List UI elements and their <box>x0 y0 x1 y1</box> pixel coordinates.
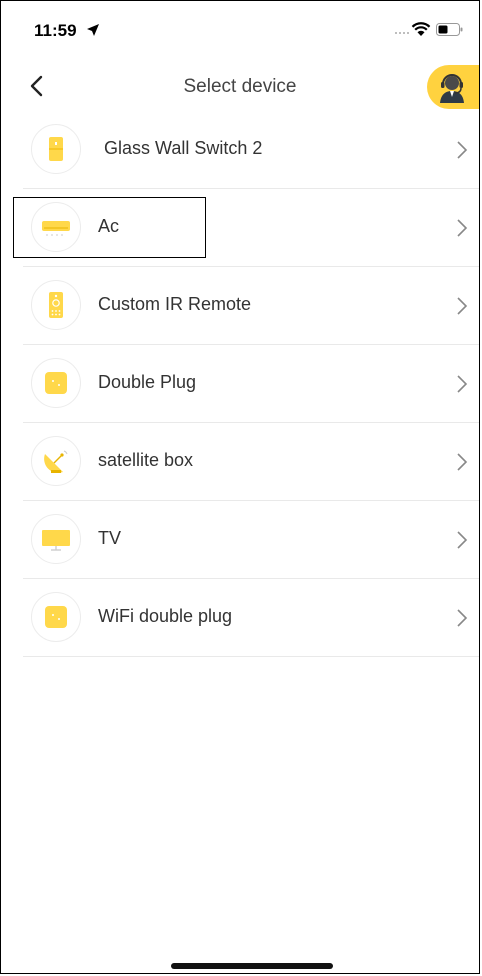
device-row-double-plug[interactable]: Double Plug <box>23 345 479 423</box>
device-icon-wrapper <box>31 202 81 252</box>
ir-remote-icon <box>49 292 63 318</box>
battery-icon <box>436 23 463 36</box>
chevron-right-icon <box>457 609 468 627</box>
chevron-right-icon <box>457 141 468 159</box>
device-row-glass-wall-switch[interactable]: Glass Wall Switch 2 <box>23 111 479 189</box>
chevron-right-icon <box>457 375 468 393</box>
status-bar: 11:59 <box>1 1 479 61</box>
device-list: Glass Wall Switch 2 Ac Custom IR Remote … <box>1 111 479 657</box>
location-arrow-icon <box>87 24 99 36</box>
device-row-satellite-box[interactable]: satellite box <box>23 423 479 501</box>
page-title: Select device <box>183 76 297 97</box>
device-label: TV <box>98 528 122 548</box>
device-icon-wrapper <box>31 124 81 174</box>
status-time: 11:59 <box>34 21 77 40</box>
chevron-right-icon <box>457 219 468 237</box>
device-icon-wrapper <box>31 436 81 486</box>
device-row-ac[interactable]: Ac <box>23 189 479 267</box>
double-plug-icon <box>45 372 67 394</box>
chevron-right-icon <box>457 453 468 471</box>
device-label: Custom IR Remote <box>98 294 252 314</box>
support-button[interactable] <box>427 65 479 109</box>
wifi-icon <box>411 22 431 36</box>
chevron-right-icon <box>457 297 468 315</box>
home-indicator[interactable] <box>171 963 333 969</box>
wifi-double-plug-icon <box>45 606 67 628</box>
tv-icon <box>42 530 70 551</box>
device-label: satellite box <box>98 450 194 470</box>
device-label: WiFi double plug <box>98 606 233 626</box>
device-label: Glass Wall Switch 2 <box>104 138 263 158</box>
signal-dots-icon <box>395 32 409 34</box>
device-icon-wrapper <box>31 358 81 408</box>
satellite-dish-icon <box>44 450 68 473</box>
device-icon-wrapper <box>31 592 81 642</box>
device-label: Double Plug <box>98 372 197 392</box>
nav-bar: Select device <box>1 61 479 111</box>
phone-screen: 11:59 Select device Glass Wall Switch 2 … <box>0 0 480 974</box>
device-row-custom-ir-remote[interactable]: Custom IR Remote <box>23 267 479 345</box>
device-icon-wrapper <box>31 514 81 564</box>
chevron-right-icon <box>457 531 468 549</box>
device-row-wifi-double-plug[interactable]: WiFi double plug <box>23 579 479 657</box>
device-label: Ac <box>98 216 120 236</box>
wall-switch-icon <box>49 137 63 161</box>
device-row-tv[interactable]: TV <box>23 501 479 579</box>
device-icon-wrapper <box>31 280 81 330</box>
air-conditioner-icon <box>42 221 70 236</box>
customer-support-icon <box>440 74 464 103</box>
